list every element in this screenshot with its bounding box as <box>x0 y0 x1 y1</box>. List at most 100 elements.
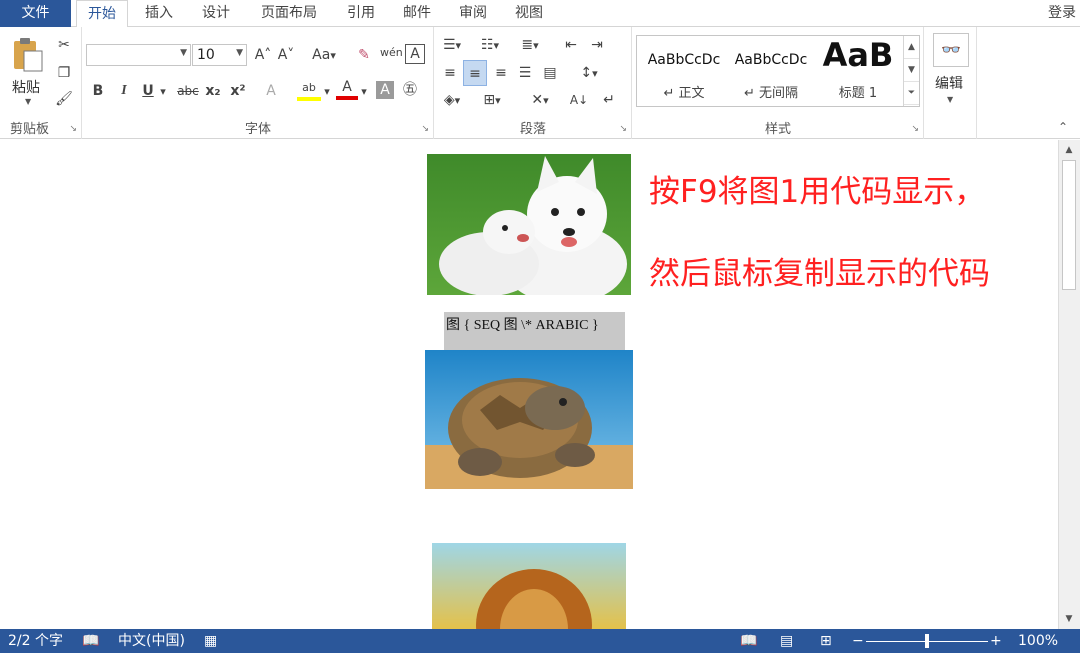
borders-icon[interactable]: ⊞▾ <box>477 91 507 110</box>
scroll-down-icon[interactable]: ▼ <box>904 59 919 82</box>
line-spacing-icon[interactable]: ↕▾ <box>574 64 604 83</box>
editing-label: 编辑 <box>935 76 963 92</box>
strikethrough-button[interactable]: abc <box>175 82 201 100</box>
word-count[interactable]: 2/2 个字 <box>8 631 63 651</box>
align-center-icon[interactable]: ≡ <box>463 60 487 86</box>
tab-design[interactable]: 设计 <box>192 0 240 27</box>
scroll-down-icon[interactable]: ▼ <box>1061 611 1077 627</box>
style-sample: AaBbCcDc <box>647 52 721 68</box>
superscript-button[interactable]: x² <box>229 82 247 100</box>
language-indicator[interactable]: 中文(中国) <box>118 631 185 651</box>
zoom-level[interactable]: 100% <box>1018 631 1058 651</box>
dialog-launcher-icon[interactable]: ↘ <box>911 124 919 134</box>
sort-icon[interactable]: A↓ <box>569 91 589 109</box>
paste-label: 粘贴 <box>12 80 40 96</box>
macro-record-icon[interactable]: ▦ <box>204 631 217 651</box>
justify-icon[interactable]: ☰ <box>515 64 535 82</box>
instruction-line-1: 按F9将图1用代码显示， <box>649 174 986 210</box>
style-no-spacing[interactable]: AaBbCcDc ↵ 无间隔 <box>728 36 814 106</box>
paragraph-group: ☰▾ ☷▾ ≣▾ ⇤ ⇥ ≡ ≡ ≡ ☰ ▤ ↕▾ ◈▾ ⊞▾ ✕▾ A↓ ↵ … <box>435 27 632 139</box>
tab-review[interactable]: 审阅 <box>450 0 496 27</box>
figure-caption[interactable]: 图 { SEQ 图 \* ARABIC } <box>444 312 625 350</box>
cut-icon[interactable]: ✂ <box>55 36 73 54</box>
ribbon: 粘贴 ▼ ✂ ❐ 🖌 剪贴板 ↘ ▼ 10 ▼ A˄ A˅ Aa▾ ✎ wén … <box>0 27 1080 139</box>
tab-mailings[interactable]: 邮件 <box>394 0 440 27</box>
enclose-character-icon[interactable]: ㊄ <box>400 81 420 99</box>
scroll-up-icon[interactable]: ▲ <box>904 36 919 59</box>
chinese-layout-icon[interactable]: ✕▾ <box>525 91 555 110</box>
print-layout-icon[interactable]: ▤ <box>780 631 793 651</box>
dialog-launcher-icon[interactable]: ↘ <box>421 124 429 134</box>
tab-view[interactable]: 视图 <box>506 0 552 27</box>
tab-insert[interactable]: 插入 <box>136 0 182 27</box>
chevron-down-icon[interactable]: ▾ <box>158 83 168 101</box>
subscript-button[interactable]: x₂ <box>204 82 222 100</box>
collapse-ribbon-icon[interactable]: ⌃ <box>1058 120 1068 134</box>
align-right-icon[interactable]: ≡ <box>491 64 511 82</box>
character-border-icon[interactable]: A <box>405 44 425 64</box>
chevron-down-icon[interactable]: ▾ <box>359 83 369 101</box>
multilevel-list-icon[interactable]: ≣▾ <box>515 36 545 55</box>
proofing-icon[interactable]: 📖 <box>82 631 99 651</box>
clear-format-icon[interactable]: ✎ <box>355 46 373 64</box>
vertical-scrollbar[interactable]: ▲ ▼ <box>1058 140 1080 629</box>
tab-references[interactable]: 引用 <box>338 0 384 27</box>
instruction-line-2: 然后鼠标复制显示的代码 <box>649 256 990 292</box>
character-shading-icon[interactable]: A <box>376 81 394 99</box>
align-left-icon[interactable]: ≡ <box>440 64 460 82</box>
change-case-label: Aa <box>312 47 331 63</box>
zoom-slider[interactable] <box>866 634 988 648</box>
decrease-indent-icon[interactable]: ⇤ <box>561 36 581 54</box>
font-color-swatch <box>336 96 358 100</box>
show-marks-icon[interactable]: ↵ <box>599 91 619 109</box>
chevron-down-icon: ▼ <box>25 97 32 106</box>
font-color-button[interactable]: A <box>336 78 358 100</box>
text-effects-icon[interactable]: A <box>262 82 280 100</box>
shrink-font-icon[interactable]: A˅ <box>276 46 296 64</box>
numbering-icon[interactable]: ☷▾ <box>477 36 503 55</box>
caption-field-code: 图 { SEQ 图 \* ARABIC } <box>446 318 599 333</box>
grow-font-icon[interactable]: A˄ <box>253 46 273 64</box>
tab-file[interactable]: 文件 <box>0 0 71 27</box>
style-heading1[interactable]: AaB 标题 1 <box>814 36 902 106</box>
editing-button[interactable]: 👓 编辑 ▼ <box>931 33 971 111</box>
phonetic-guide-icon[interactable]: wén <box>380 44 403 62</box>
change-case-icon[interactable]: Aa▾ <box>309 46 339 65</box>
font-name-combo[interactable]: ▼ <box>86 44 191 66</box>
zoom-slider-thumb[interactable] <box>925 634 929 648</box>
scroll-up-icon[interactable]: ▲ <box>1061 142 1077 158</box>
highlight-color-button[interactable]: ab <box>297 79 321 101</box>
tab-layout[interactable]: 页面布局 <box>250 0 328 27</box>
paste-button[interactable]: 粘贴 ▼ <box>8 35 48 111</box>
distributed-icon[interactable]: ▤ <box>540 64 560 82</box>
font-group: ▼ 10 ▼ A˄ A˅ Aa▾ ✎ wén A B I U ▾ abc x₂ … <box>83 27 434 139</box>
style-normal[interactable]: AaBbCcDc ↵ 正文 <box>640 36 728 106</box>
zoom-in-icon[interactable]: + <box>990 631 1002 651</box>
font-size-combo[interactable]: 10 ▼ <box>192 44 247 66</box>
shading-icon[interactable]: ◈▾ <box>440 91 464 110</box>
copy-icon[interactable]: ❐ <box>55 64 73 82</box>
dialog-launcher-icon[interactable]: ↘ <box>619 124 627 134</box>
login-link[interactable]: 登录 <box>1048 0 1076 27</box>
increase-indent-icon[interactable]: ⇥ <box>587 36 607 54</box>
paste-icon <box>14 38 43 72</box>
zoom-out-icon[interactable]: − <box>852 631 864 651</box>
find-icon: 👓 <box>933 33 969 67</box>
bold-button[interactable]: B <box>90 82 106 100</box>
italic-button[interactable]: I <box>116 82 132 100</box>
more-styles-icon[interactable]: ⏷ <box>904 82 919 105</box>
underline-button[interactable]: U <box>140 82 156 100</box>
web-layout-icon[interactable]: ⊞ <box>820 631 832 651</box>
ribbon-tab-bar: 文件 开始 插入 设计 页面布局 引用 邮件 审阅 视图 登录 <box>0 0 1080 28</box>
bullets-icon[interactable]: ☰▾ <box>440 36 464 55</box>
chevron-down-icon[interactable]: ▾ <box>322 83 332 101</box>
read-mode-icon[interactable]: 📖 <box>740 631 757 651</box>
document-area[interactable]: 图 { SEQ 图 \* ARABIC } 按F9将图1用代码显示， 然后鼠标复… <box>0 140 1058 629</box>
scroll-thumb[interactable] <box>1062 160 1076 290</box>
style-sample: AaBbCcDc <box>734 52 808 68</box>
dialog-launcher-icon[interactable]: ↘ <box>69 124 77 134</box>
tab-home[interactable]: 开始 <box>76 0 128 28</box>
styles-scroll: ▲ ▼ ⏷ <box>903 36 919 106</box>
format-painter-icon[interactable]: 🖌 <box>55 90 73 108</box>
font-size-value: 10 <box>197 47 215 63</box>
